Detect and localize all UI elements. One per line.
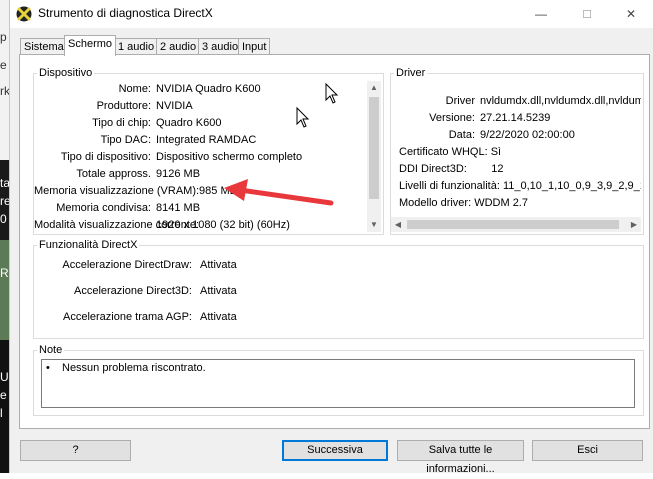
annotation-overlay	[224, 82, 339, 206]
tab-schermo[interactable]: Schermo	[64, 35, 117, 56]
mouse-cursor-icon	[296, 82, 339, 128]
red-arrow-icon	[224, 179, 334, 206]
